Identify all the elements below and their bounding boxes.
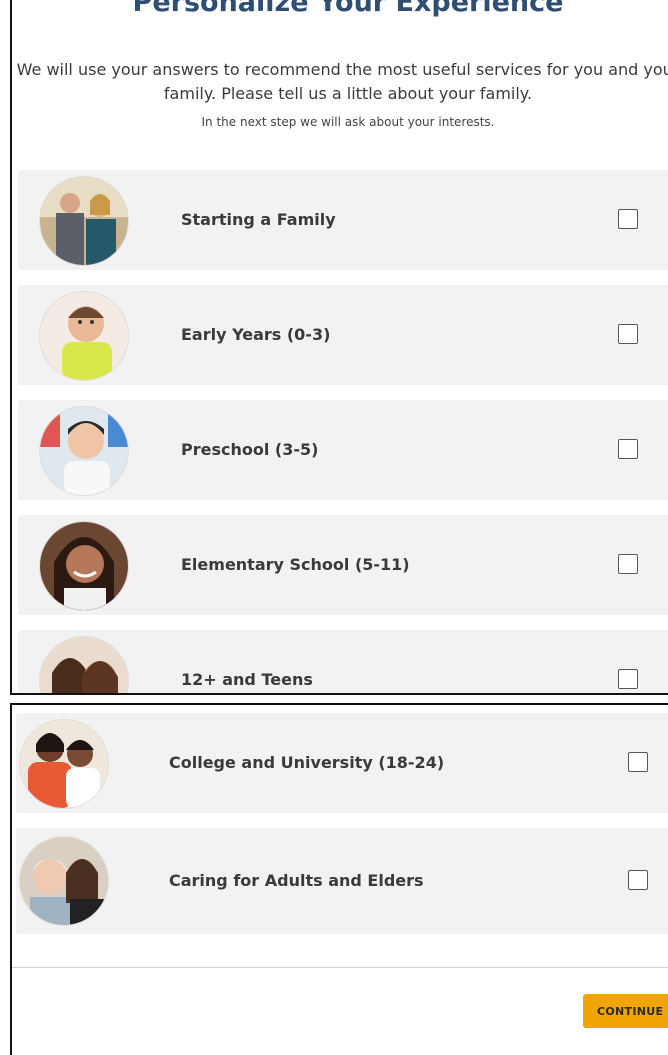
option-checkbox[interactable] xyxy=(628,752,648,772)
option-card-preschool[interactable]: Preschool (3-5) xyxy=(18,400,668,500)
teens-photo xyxy=(40,637,128,693)
option-card-teens[interactable]: 12+ and Teens xyxy=(18,630,668,693)
option-card-college[interactable]: College and University (18-24) xyxy=(16,713,668,813)
option-label: Starting a Family xyxy=(181,210,336,229)
elder-photo xyxy=(20,837,108,925)
footer-divider xyxy=(12,967,668,968)
option-checkbox[interactable] xyxy=(618,554,638,574)
top-panel: Personalize Your Experience We will use … xyxy=(10,0,668,695)
bottom-panel: College and University (18-24) Caring fo… xyxy=(10,703,668,1055)
option-card-early-years[interactable]: Early Years (0-3) xyxy=(18,285,668,385)
option-card-caring-elders[interactable]: Caring for Adults and Elders xyxy=(16,828,668,934)
option-checkbox[interactable] xyxy=(618,209,638,229)
couple-photo xyxy=(40,177,128,265)
page-title: Personalize Your Experience xyxy=(132,0,564,18)
option-label: College and University (18-24) xyxy=(169,753,445,772)
option-checkbox[interactable] xyxy=(618,669,638,689)
option-label: Early Years (0-3) xyxy=(181,325,331,344)
intro-text-block: We will use your answers to recommend th… xyxy=(12,58,668,130)
preschooler-photo xyxy=(40,407,128,495)
option-card-starting-family[interactable]: Starting a Family xyxy=(18,170,668,270)
students-photo xyxy=(20,720,108,808)
intro-text: We will use your answers to recommend th… xyxy=(16,60,668,103)
option-checkbox[interactable] xyxy=(628,870,648,890)
option-label: Caring for Adults and Elders xyxy=(169,871,424,890)
schoolgirl-photo xyxy=(40,522,128,610)
option-checkbox[interactable] xyxy=(618,324,638,344)
baby-photo xyxy=(40,292,128,380)
option-checkbox[interactable] xyxy=(618,439,638,459)
option-card-elementary[interactable]: Elementary School (5-11) xyxy=(18,515,668,615)
sub-intro-text: In the next step we will ask about your … xyxy=(201,115,495,129)
option-label: 12+ and Teens xyxy=(181,670,313,689)
option-label: Elementary School (5-11) xyxy=(181,555,410,574)
option-label: Preschool (3-5) xyxy=(181,440,319,459)
continue-button[interactable]: CONTINUE xyxy=(583,994,668,1028)
